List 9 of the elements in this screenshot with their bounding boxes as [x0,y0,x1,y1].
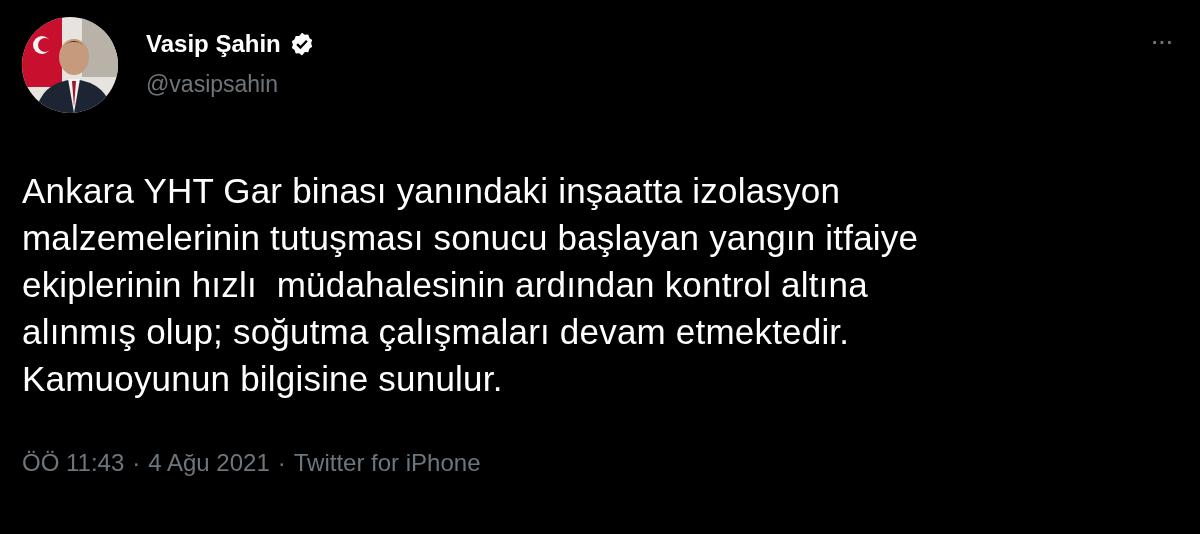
author-handle[interactable]: @vasipsahin [146,69,315,99]
separator-dot: · [132,448,141,478]
tweet-text: Ankara YHT Gar binası yanındaki inşaatta izolasyon malzemelerinin tutuşması sonucu başlayan yangın itfaiye ekiplerinin hızlı müdahalesinin ardından kontrol altına alınmış olup; soğutma çalışmaları devam etmektedir. Kamuoyunun bilgisine sunulur. [22,170,920,400]
tweet-date[interactable]: 4 Ağu 2021 [148,448,270,478]
tweet-time: ÖÖ 11:43 [22,448,125,478]
more-button[interactable]: ··· [1150,29,1172,53]
tweet-source[interactable]: Twitter for iPhone [293,448,481,478]
separator-dot: · [277,448,286,478]
author-name[interactable]: Vasip Şahin [146,29,281,59]
